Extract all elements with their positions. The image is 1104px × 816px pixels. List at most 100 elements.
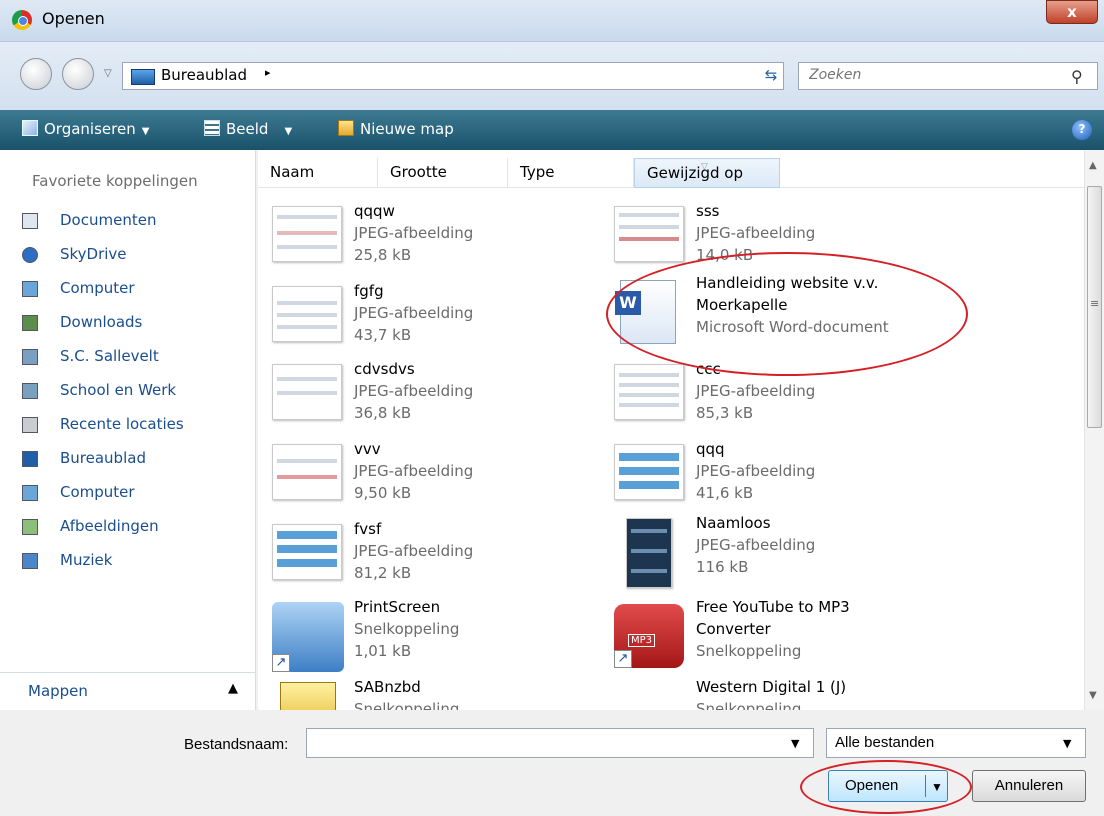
file-item[interactable]: cdvsdvs JPEG-afbeelding 36,8 kB — [272, 360, 612, 440]
file-item[interactable]: fgfg JPEG-afbeelding 43,7 kB — [272, 282, 612, 362]
file-item[interactable]: fvsf JPEG-afbeelding 81,2 kB — [272, 520, 612, 600]
breadcrumb-location[interactable]: Bureaublad — [161, 66, 247, 84]
folders-toggle[interactable]: Mappen ▲ — [0, 672, 256, 710]
library-icon — [22, 383, 38, 399]
sidebar-item-computer[interactable]: Computer — [20, 276, 250, 306]
image-thumbnail — [614, 206, 684, 262]
music-icon — [22, 553, 38, 569]
scroll-down-icon[interactable]: ▼ — [1089, 690, 1097, 701]
scroll-up-icon[interactable]: ▲ — [1089, 160, 1097, 171]
file-item[interactable]: Naamloos JPEG-afbeelding 116 kB — [614, 514, 954, 594]
file-type: Snelkoppeling — [354, 700, 460, 710]
breadcrumb-chevron-icon[interactable]: ▸ — [265, 66, 271, 79]
cancel-button[interactable]: Annuleren — [972, 770, 1086, 802]
sidebar-item-recent-locations[interactable]: Recente locaties — [20, 412, 250, 442]
column-name[interactable]: Naam — [258, 158, 378, 188]
help-icon[interactable]: ? — [1072, 120, 1092, 140]
file-type: Snelkoppeling — [696, 700, 802, 710]
file-name: qqq — [696, 440, 725, 458]
sidebar-item-label: Downloads — [60, 313, 143, 331]
file-name: fvsf — [354, 520, 382, 538]
sidebar-item-desktop[interactable]: Bureaublad — [20, 446, 250, 476]
address-bar[interactable]: Bureaublad ▸ ▼ — [122, 62, 863, 90]
view-menu[interactable]: Beeld ▼ — [204, 120, 292, 138]
shortcut-arrow-icon: ↗ — [614, 650, 632, 668]
file-name: qqqw — [354, 202, 395, 220]
sidebar-item-documents[interactable]: Documenten — [20, 208, 250, 238]
sidebar-item-school-en-werk[interactable]: School en Werk — [20, 378, 250, 408]
scroll-thumb[interactable]: ≡ — [1087, 186, 1102, 428]
file-name: Naamloos — [696, 514, 771, 532]
file-size: 9,50 kB — [354, 484, 412, 502]
image-thumbnail — [272, 364, 342, 420]
file-item[interactable]: qqqw JPEG-afbeelding 25,8 kB — [272, 202, 612, 282]
file-size: 36,8 kB — [354, 404, 412, 422]
pictures-icon — [22, 519, 38, 535]
vertical-scrollbar[interactable]: ▲ ≡ ▼ — [1084, 150, 1104, 710]
sidebar-item-computer-2[interactable]: Computer — [20, 480, 250, 510]
file-item[interactable]: vvv JPEG-afbeelding 9,50 kB — [272, 440, 612, 520]
search-box[interactable]: ⚲ — [798, 62, 1098, 90]
image-thumbnail — [614, 444, 684, 500]
search-icon[interactable]: ⚲ — [1071, 67, 1083, 86]
file-type: JPEG-afbeelding — [354, 224, 474, 242]
recent-locations-icon — [22, 417, 38, 433]
file-size: 43,7 kB — [354, 326, 412, 344]
navigation-pane: Favoriete koppelingen Documenten SkyDriv… — [0, 150, 256, 710]
window-title: Openen — [42, 9, 105, 28]
filter-dropdown-icon: ▼ — [1063, 737, 1072, 750]
column-type[interactable]: Type — [508, 158, 634, 188]
sidebar-item-label: Bureaublad — [60, 449, 146, 467]
file-name: Western Digital 1 (J) — [696, 678, 847, 696]
annotation-ellipse-word-document — [606, 252, 968, 376]
library-icon — [22, 349, 38, 365]
computer-icon — [22, 281, 38, 297]
documents-icon — [22, 213, 38, 229]
organize-menu[interactable]: Organiseren ▼ — [22, 120, 149, 138]
filename-dropdown-icon[interactable]: ▼ — [791, 737, 799, 750]
file-item[interactable]: qqq JPEG-afbeelding 41,6 kB — [614, 440, 954, 520]
file-type: JPEG-afbeelding — [354, 542, 474, 560]
column-size[interactable]: Grootte — [378, 158, 508, 188]
file-size: 116 kB — [696, 558, 749, 576]
file-type-filter[interactable]: Alle bestanden ▼ — [826, 728, 1086, 758]
file-type: JPEG-afbeelding — [354, 304, 474, 322]
skydrive-icon — [22, 247, 38, 263]
file-name: SABnzbd — [354, 678, 421, 696]
file-type: Snelkoppeling — [696, 642, 802, 660]
search-input[interactable] — [809, 67, 1049, 83]
forward-button[interactable] — [62, 58, 94, 90]
column-modified-label: Gewijzigd op — [647, 164, 744, 182]
column-modified[interactable]: ▽ Gewijzigd op — [634, 158, 780, 188]
file-item[interactable]: SABnzbd Snelkoppeling — [272, 678, 612, 710]
file-type: JPEG-afbeelding — [696, 224, 816, 242]
filename-input[interactable]: ▼ — [306, 728, 814, 758]
file-type: Snelkoppeling — [354, 620, 460, 638]
sidebar-item-pictures[interactable]: Afbeeldingen — [20, 514, 250, 544]
file-name: sss — [696, 202, 720, 220]
sidebar-item-sc-sallevelt[interactable]: S.C. Sallevelt — [20, 344, 250, 374]
sidebar-item-music[interactable]: Muziek — [20, 548, 250, 578]
history-dropdown-icon[interactable]: ▽ — [104, 68, 112, 79]
image-thumbnail — [272, 206, 342, 262]
file-size: 1,01 kB — [354, 642, 412, 660]
file-size: 85,3 kB — [696, 404, 754, 422]
new-folder-button[interactable]: Nieuwe map — [338, 120, 454, 138]
sort-arrow-icon: ▽ — [701, 162, 708, 172]
file-item[interactable]: Western Digital 1 (J) Snelkoppeling — [614, 678, 954, 710]
sidebar-item-skydrive[interactable]: SkyDrive — [20, 242, 250, 272]
sidebar-item-label: Muziek — [60, 551, 113, 569]
close-button[interactable]: x — [1046, 0, 1098, 24]
file-size: 25,8 kB — [354, 246, 412, 264]
sidebar-item-label: School en Werk — [60, 381, 177, 399]
sidebar-item-downloads[interactable]: Downloads — [20, 310, 250, 340]
refresh-button[interactable]: ⇆ — [756, 62, 786, 90]
back-button[interactable] — [20, 58, 52, 90]
sidebar-item-label: SkyDrive — [60, 245, 127, 263]
file-item[interactable]: ↗ PrintScreen Snelkoppeling 1,01 kB — [272, 598, 612, 678]
file-name: fgfg — [354, 282, 384, 300]
file-name-line2: Converter — [696, 620, 771, 638]
file-name: PrintScreen — [354, 598, 441, 616]
image-thumbnail — [626, 518, 672, 588]
file-item[interactable]: MP3 ↗ Free YouTube to MP3 Converter Snelk… — [614, 598, 954, 678]
